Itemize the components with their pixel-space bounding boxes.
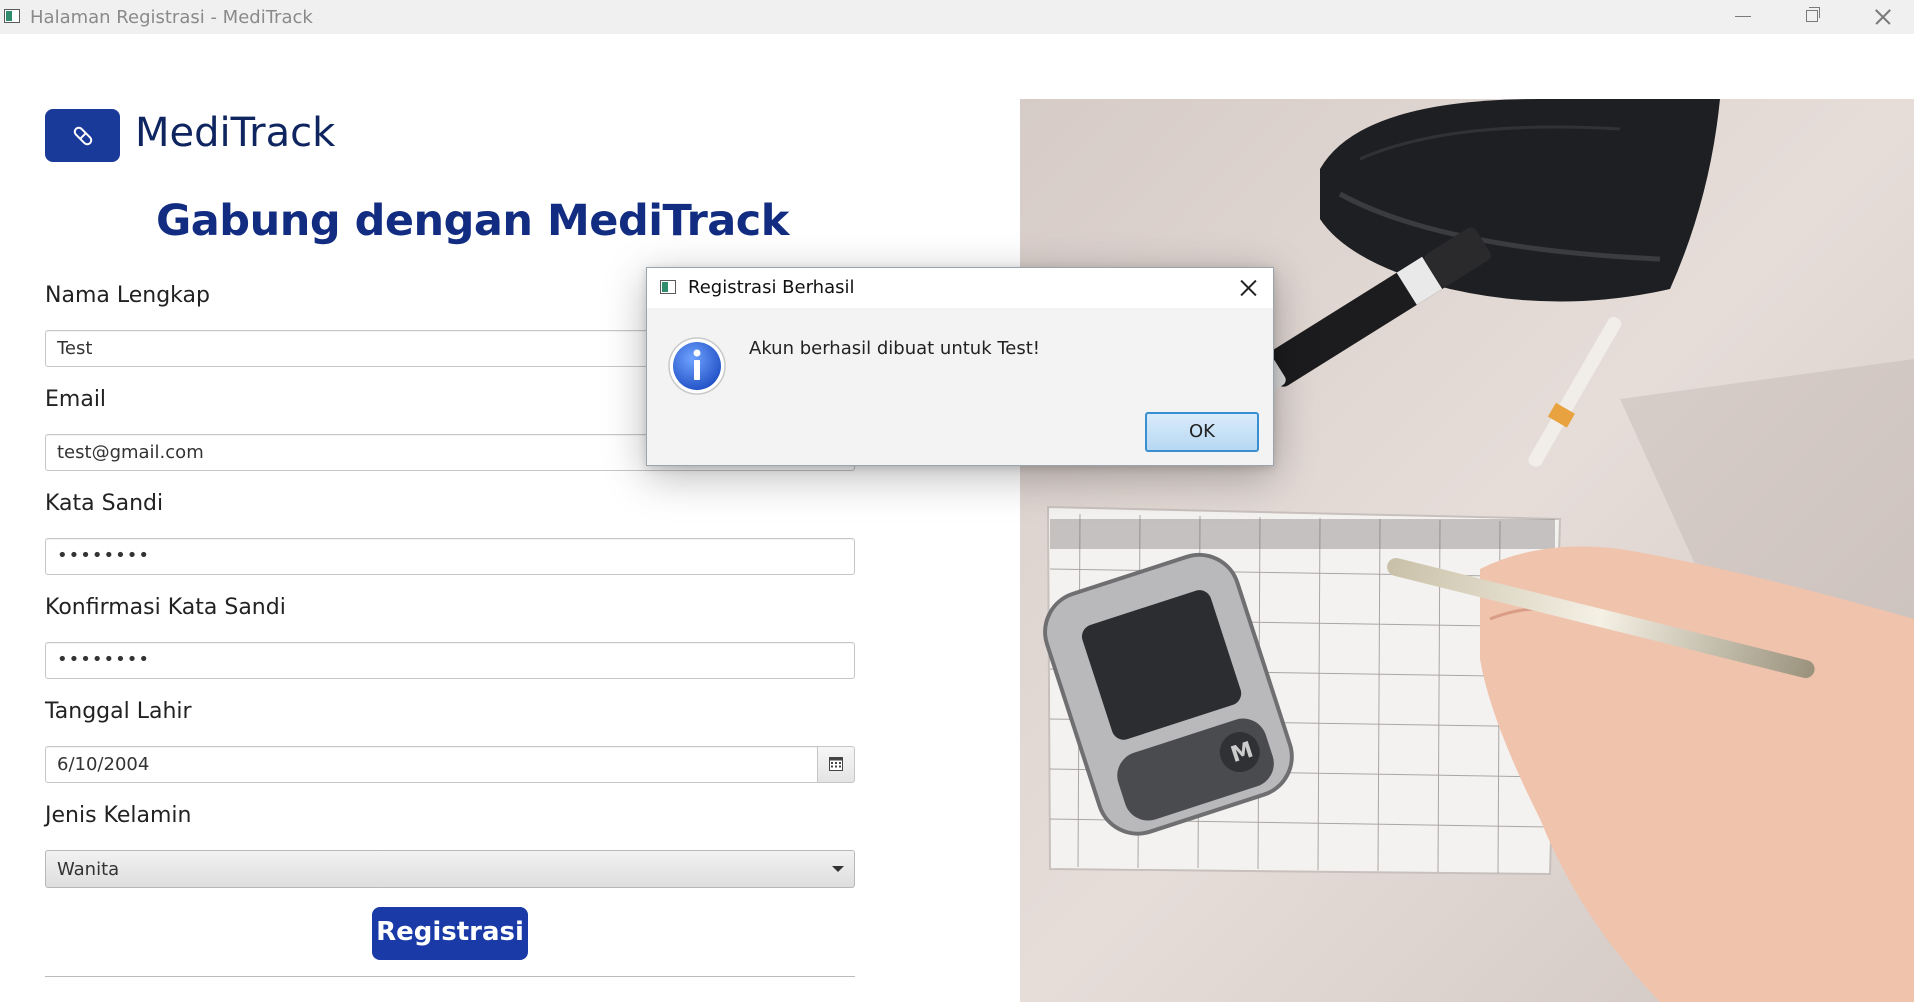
birth-date-input[interactable]: 6/10/2004 bbox=[45, 746, 818, 783]
divider bbox=[45, 976, 855, 977]
full-name-label: Nama Lengkap bbox=[45, 283, 210, 308]
gender-label: Jenis Kelamin bbox=[45, 803, 192, 828]
dialog-titlebar: Registrasi Berhasil bbox=[647, 268, 1273, 308]
birth-date-label: Tanggal Lahir bbox=[45, 699, 192, 724]
restore-icon[interactable] bbox=[1782, 0, 1842, 34]
dialog-message: Akun berhasil dibuat untuk Test! bbox=[749, 338, 1041, 359]
window-titlebar: Halaman Registrasi - MediTrack bbox=[0, 0, 1914, 34]
confirm-password-label: Konfirmasi Kata Sandi bbox=[45, 595, 286, 620]
gender-selected-value: Wanita bbox=[57, 859, 120, 880]
dialog-close-icon[interactable] bbox=[1235, 275, 1261, 301]
date-picker-button[interactable] bbox=[817, 746, 855, 783]
minimize-icon[interactable] bbox=[1713, 0, 1773, 34]
brand-name: MediTrack bbox=[135, 110, 336, 156]
chevron-down-icon bbox=[832, 866, 844, 872]
dialog-app-icon bbox=[660, 280, 676, 294]
page-heading: Gabung dengan MediTrack bbox=[156, 196, 789, 246]
password-input[interactable]: •••••••• bbox=[45, 538, 855, 575]
logo bbox=[45, 109, 120, 162]
pill-icon bbox=[73, 126, 93, 146]
email-label: Email bbox=[45, 387, 107, 412]
gender-select[interactable]: Wanita bbox=[45, 850, 855, 888]
success-dialog: Registrasi Berhasil Akun berhasil dibuat… bbox=[646, 267, 1274, 466]
window-title: Halaman Registrasi - MediTrack bbox=[30, 7, 313, 28]
dialog-title: Registrasi Berhasil bbox=[688, 277, 855, 298]
app-icon bbox=[4, 9, 20, 23]
info-icon bbox=[668, 337, 726, 395]
ok-button[interactable]: OK bbox=[1145, 412, 1259, 452]
confirm-password-input[interactable]: •••••••• bbox=[45, 642, 855, 679]
password-label: Kata Sandi bbox=[45, 491, 164, 516]
register-button[interactable]: Registrasi bbox=[372, 907, 528, 960]
glucose-meter-photo: M bbox=[1020, 99, 1914, 1002]
calendar-icon bbox=[829, 757, 843, 771]
close-icon[interactable] bbox=[1852, 0, 1912, 34]
